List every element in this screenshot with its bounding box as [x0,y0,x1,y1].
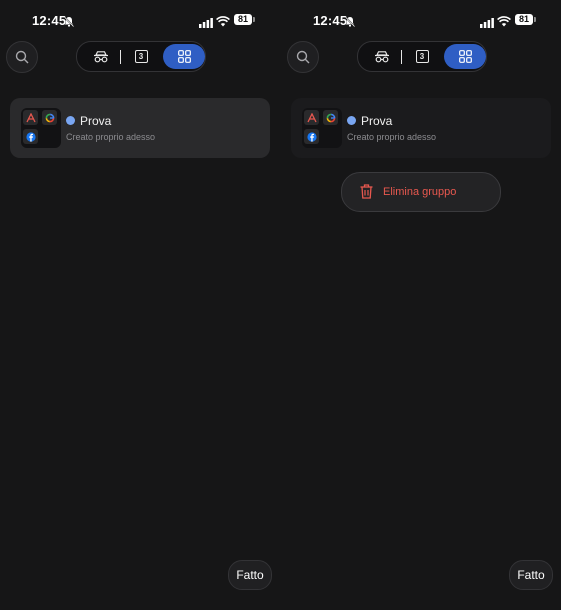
tab-count-badge: 3 [134,50,148,63]
status-bar: 12:45 81 [281,0,561,40]
tab-count-badge: 3 [415,50,429,63]
tab-groups[interactable] [163,44,205,69]
group-name: Prova [361,114,393,128]
trash-icon [360,184,373,204]
delete-group-label: Elimina gruppo [383,186,457,198]
incognito-icon [375,50,389,62]
tab-groups[interactable] [444,44,486,69]
tab-switcher: 3 [76,41,206,72]
tab-group-card[interactable]: Prova Creato proprio adesso [10,98,270,158]
tab-divider [401,50,402,64]
group-name: Prova [80,114,112,128]
right-screen: 12:45 81 3 Prova Creato proprio adesso E… [281,0,561,610]
tab-open-tabs[interactable]: 3 [406,42,438,71]
tab-open-tabs[interactable]: 3 [125,42,157,71]
group-thumbnails [21,108,61,148]
battery-tip [534,17,536,22]
google-icon [323,110,338,125]
search-icon [15,50,29,64]
left-screen: 12:45 81 3 Prova Creato proprio adesso F… [0,0,280,610]
status-time: 12:45 [32,13,67,28]
battery-tip [253,17,255,22]
tab-divider [120,50,121,64]
acrobat-icon [23,110,38,125]
acrobat-icon [304,110,319,125]
group-subtitle: Creato proprio adesso [66,132,156,142]
facebook-icon [304,129,319,144]
wifi-icon [497,14,511,32]
tab-switcher: 3 [357,41,487,72]
signal-icon [480,15,494,33]
tab-groups-icon [458,50,472,63]
status-time: 12:45 [313,13,348,28]
done-button[interactable]: Fatto [228,560,272,590]
search-icon [296,50,310,64]
status-bar: 12:45 81 [0,0,280,40]
done-button[interactable]: Fatto [509,560,553,590]
delete-group-menu-item[interactable]: Elimina gruppo [341,172,501,212]
group-color-dot [66,116,75,125]
group-color-dot [347,116,356,125]
group-thumbnails [302,108,342,148]
tab-incognito[interactable] [366,42,398,71]
search-button[interactable] [6,41,38,73]
google-icon [42,110,57,125]
signal-icon [199,15,213,33]
tab-groups-icon [177,50,191,63]
group-subtitle: Creato proprio adesso [347,132,437,142]
tab-incognito[interactable] [85,42,117,71]
wifi-icon [216,14,230,32]
bell-muted-icon [344,14,356,32]
search-button[interactable] [287,41,319,73]
facebook-icon [23,129,38,144]
battery-indicator: 81 [515,14,533,25]
battery-indicator: 81 [234,14,252,25]
bell-muted-icon [63,14,75,32]
incognito-icon [94,50,108,62]
tab-group-card[interactable]: Prova Creato proprio adesso [291,98,551,158]
